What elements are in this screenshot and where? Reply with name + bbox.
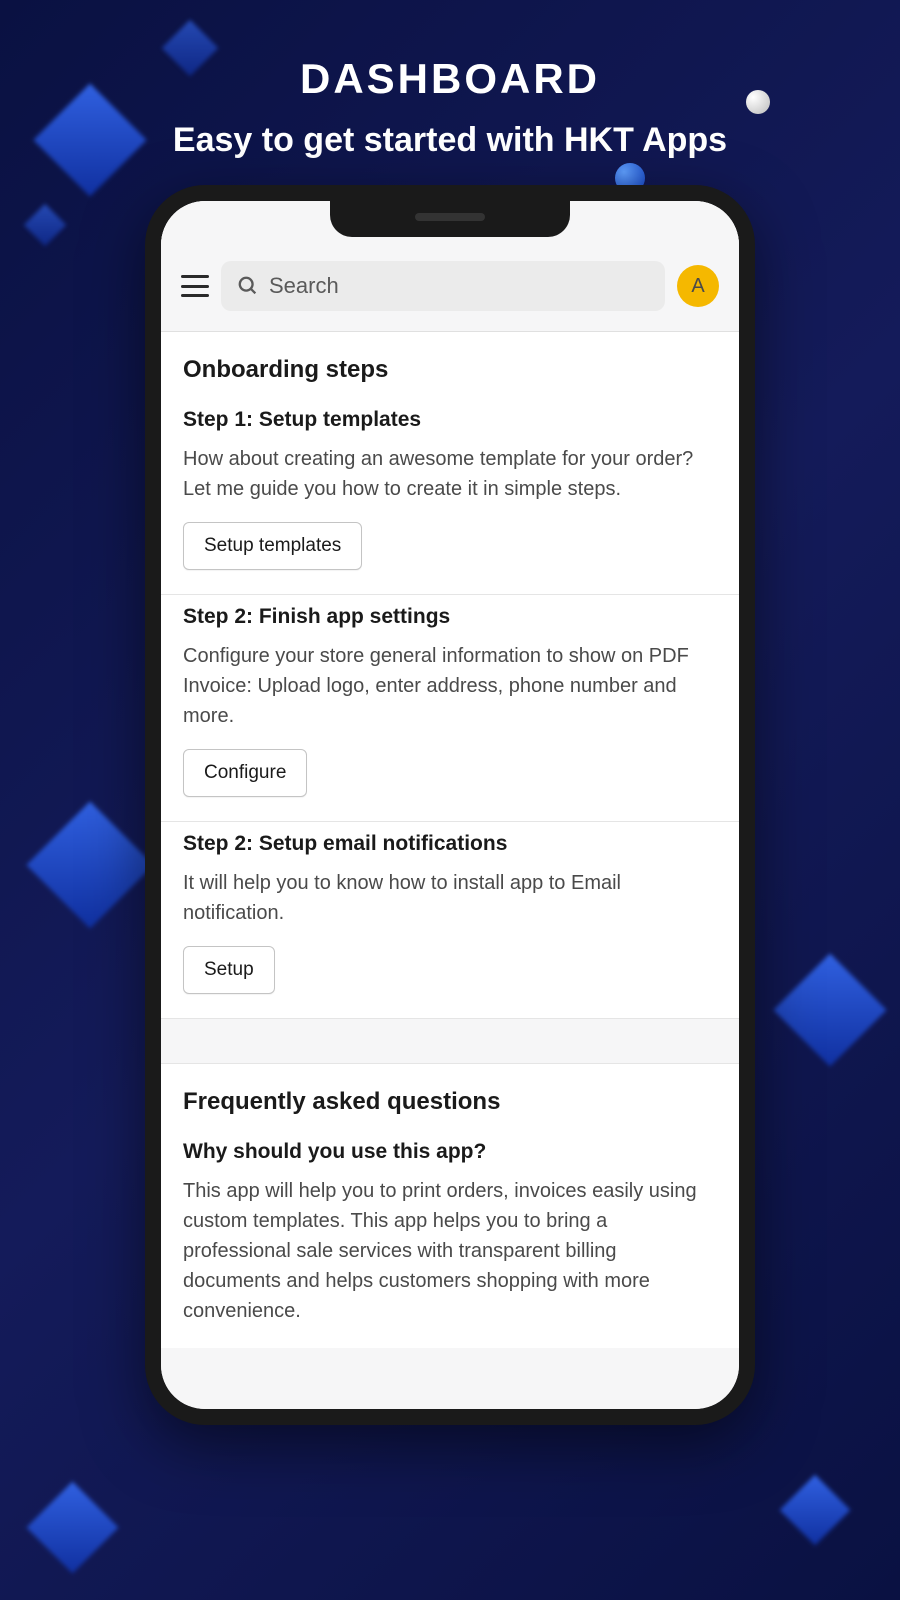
search-input[interactable]: Search: [221, 261, 665, 311]
step-title: Step 2: Finish app settings: [183, 605, 717, 629]
step-description: How about creating an awesome template f…: [183, 444, 717, 504]
onboarding-step: Step 2: Finish app settings Configure yo…: [161, 595, 739, 822]
onboarding-step: Step 2: Setup email notifications It wil…: [161, 822, 739, 1019]
search-icon: [237, 275, 259, 297]
setup-templates-button[interactable]: Setup templates: [183, 522, 362, 570]
decorative-cube: [27, 1482, 119, 1574]
step-title: Step 1: Setup templates: [183, 408, 717, 432]
avatar[interactable]: A: [677, 265, 719, 307]
decorative-cube: [24, 204, 66, 246]
onboarding-section: Onboarding steps Step 1: Setup templates…: [161, 332, 739, 1019]
phone-mockup: Search A Onboarding steps Step 1: Setup …: [145, 185, 755, 1425]
decorative-sphere: [746, 90, 770, 114]
faq-heading: Frequently asked questions: [161, 1064, 739, 1130]
menu-icon[interactable]: [181, 275, 209, 297]
setup-button[interactable]: Setup: [183, 946, 275, 994]
faq-section: Frequently asked questions Why should yo…: [161, 1063, 739, 1348]
configure-button[interactable]: Configure: [183, 749, 307, 797]
step-title: Step 2: Setup email notifications: [183, 832, 717, 856]
step-description: Configure your store general information…: [183, 641, 717, 731]
faq-item: Why should you use this app? This app wi…: [161, 1130, 739, 1348]
decorative-cube: [780, 1475, 851, 1546]
step-description: It will help you to know how to install …: [183, 868, 717, 928]
decorative-cube: [26, 801, 153, 928]
onboarding-heading: Onboarding steps: [161, 332, 739, 398]
onboarding-step: Step 1: Setup templates How about creati…: [161, 398, 739, 595]
decorative-cube: [773, 953, 886, 1066]
avatar-letter: A: [691, 275, 704, 298]
faq-question: Why should you use this app?: [183, 1140, 717, 1164]
faq-answer: This app will help you to print orders, …: [183, 1176, 717, 1326]
search-placeholder: Search: [269, 273, 339, 299]
phone-notch: [330, 201, 570, 237]
